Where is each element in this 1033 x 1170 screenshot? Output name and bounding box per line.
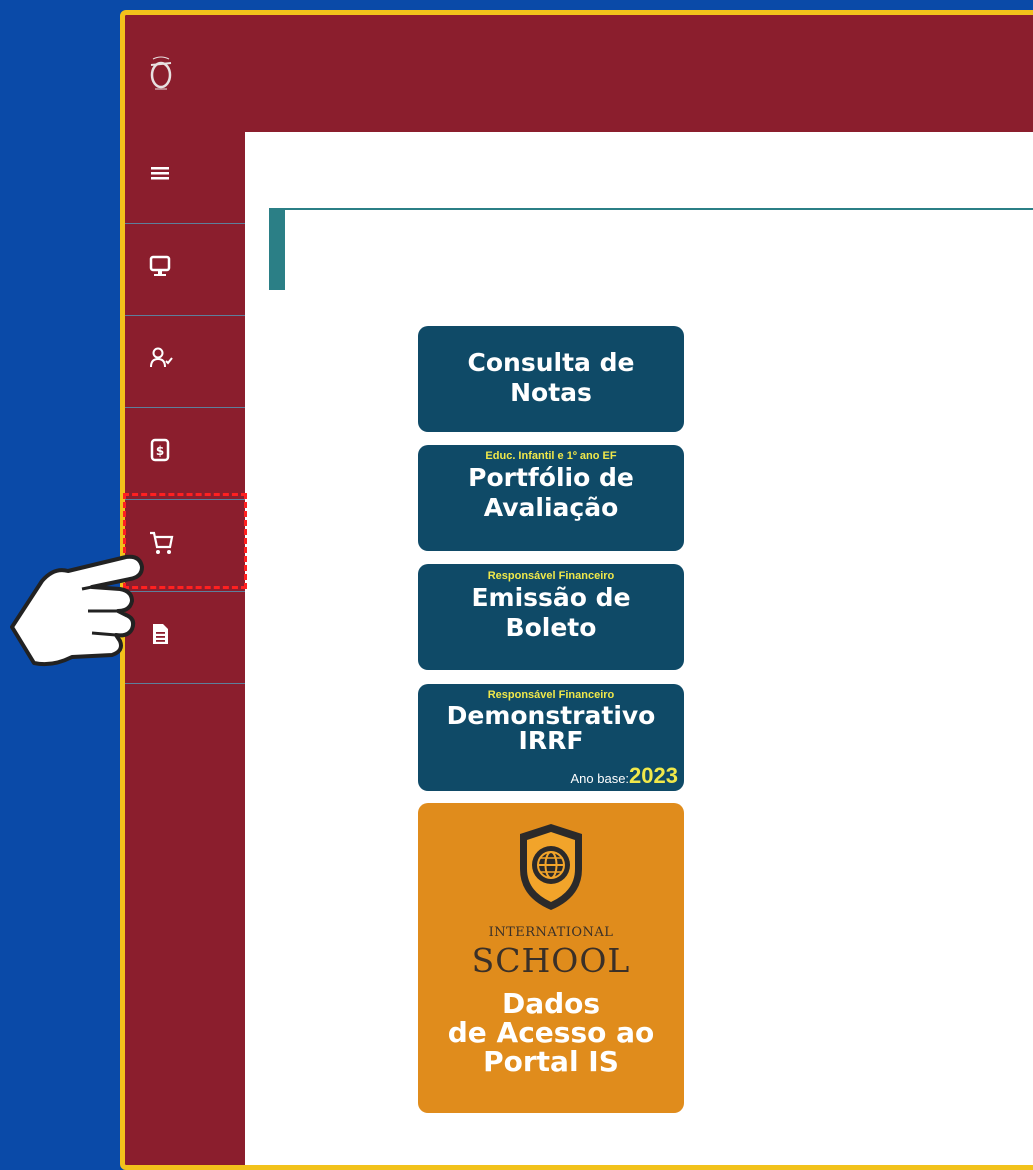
year-badge: Ano base:2023 — [571, 763, 679, 789]
button-label: Consulta de — [467, 348, 635, 377]
top-bar — [125, 15, 1033, 132]
page-header-box — [269, 208, 1033, 290]
button-label: Avaliação — [483, 493, 619, 522]
button-label: Emissão de — [471, 583, 631, 612]
card-label-school: SCHOOL — [471, 941, 631, 980]
button-sublabel: Educ. Infantil e 1º ano EF — [485, 450, 617, 462]
portfolio-avaliacao-button[interactable]: Educ. Infantil e 1º ano EF Portfólio de … — [418, 445, 684, 551]
shield-globe-icon — [520, 824, 582, 910]
menu-icon — [151, 167, 169, 180]
button-sublabel: Responsável Financeiro — [487, 570, 615, 582]
card-title-line: de Acesso ao — [447, 1016, 655, 1049]
button-label: Demonstrativo — [446, 701, 656, 730]
sidebar-item-invoice[interactable]: $ — [125, 408, 245, 500]
user-check-icon — [150, 347, 173, 368]
svg-text:$: $ — [156, 444, 164, 458]
app-frame: $ Consulta de Notas Educ. Infantil e 1º … — [120, 10, 1033, 1170]
button-label: Boleto — [505, 613, 597, 642]
document-icon — [153, 624, 168, 644]
emissao-boleto-button[interactable]: Responsável Financeiro Emissão de Boleto — [418, 564, 684, 670]
international-school-card[interactable]: INTERNATIONAL SCHOOL Dados de Acesso ao … — [418, 803, 684, 1113]
demonstrativo-irrf-button[interactable]: Responsável Financeiro Demonstrativo IRR… — [418, 684, 684, 791]
sidebar-item-monitor[interactable] — [125, 224, 245, 316]
consulta-notas-button[interactable]: Consulta de Notas — [418, 326, 684, 432]
year-value: 2023 — [629, 763, 678, 788]
card-title-line: Dados — [501, 987, 601, 1020]
monitor-icon — [149, 255, 171, 276]
pointing-hand-icon — [10, 554, 144, 667]
school-logo — [150, 56, 172, 90]
sidebar-item-user-check[interactable] — [125, 316, 245, 408]
button-label: IRRF — [518, 726, 584, 755]
sidebar-item-menu[interactable] — [125, 132, 245, 224]
year-label: Ano base: — [570, 771, 630, 786]
card-label-international: INTERNATIONAL — [488, 925, 614, 940]
button-label: Notas — [510, 378, 592, 407]
card-title: Dados de Acesso ao Portal IS — [418, 989, 684, 1076]
invoice-dollar-icon: $ — [150, 438, 170, 462]
button-label: Portfólio de — [468, 463, 634, 492]
card-title-line: Portal IS — [483, 1045, 619, 1078]
